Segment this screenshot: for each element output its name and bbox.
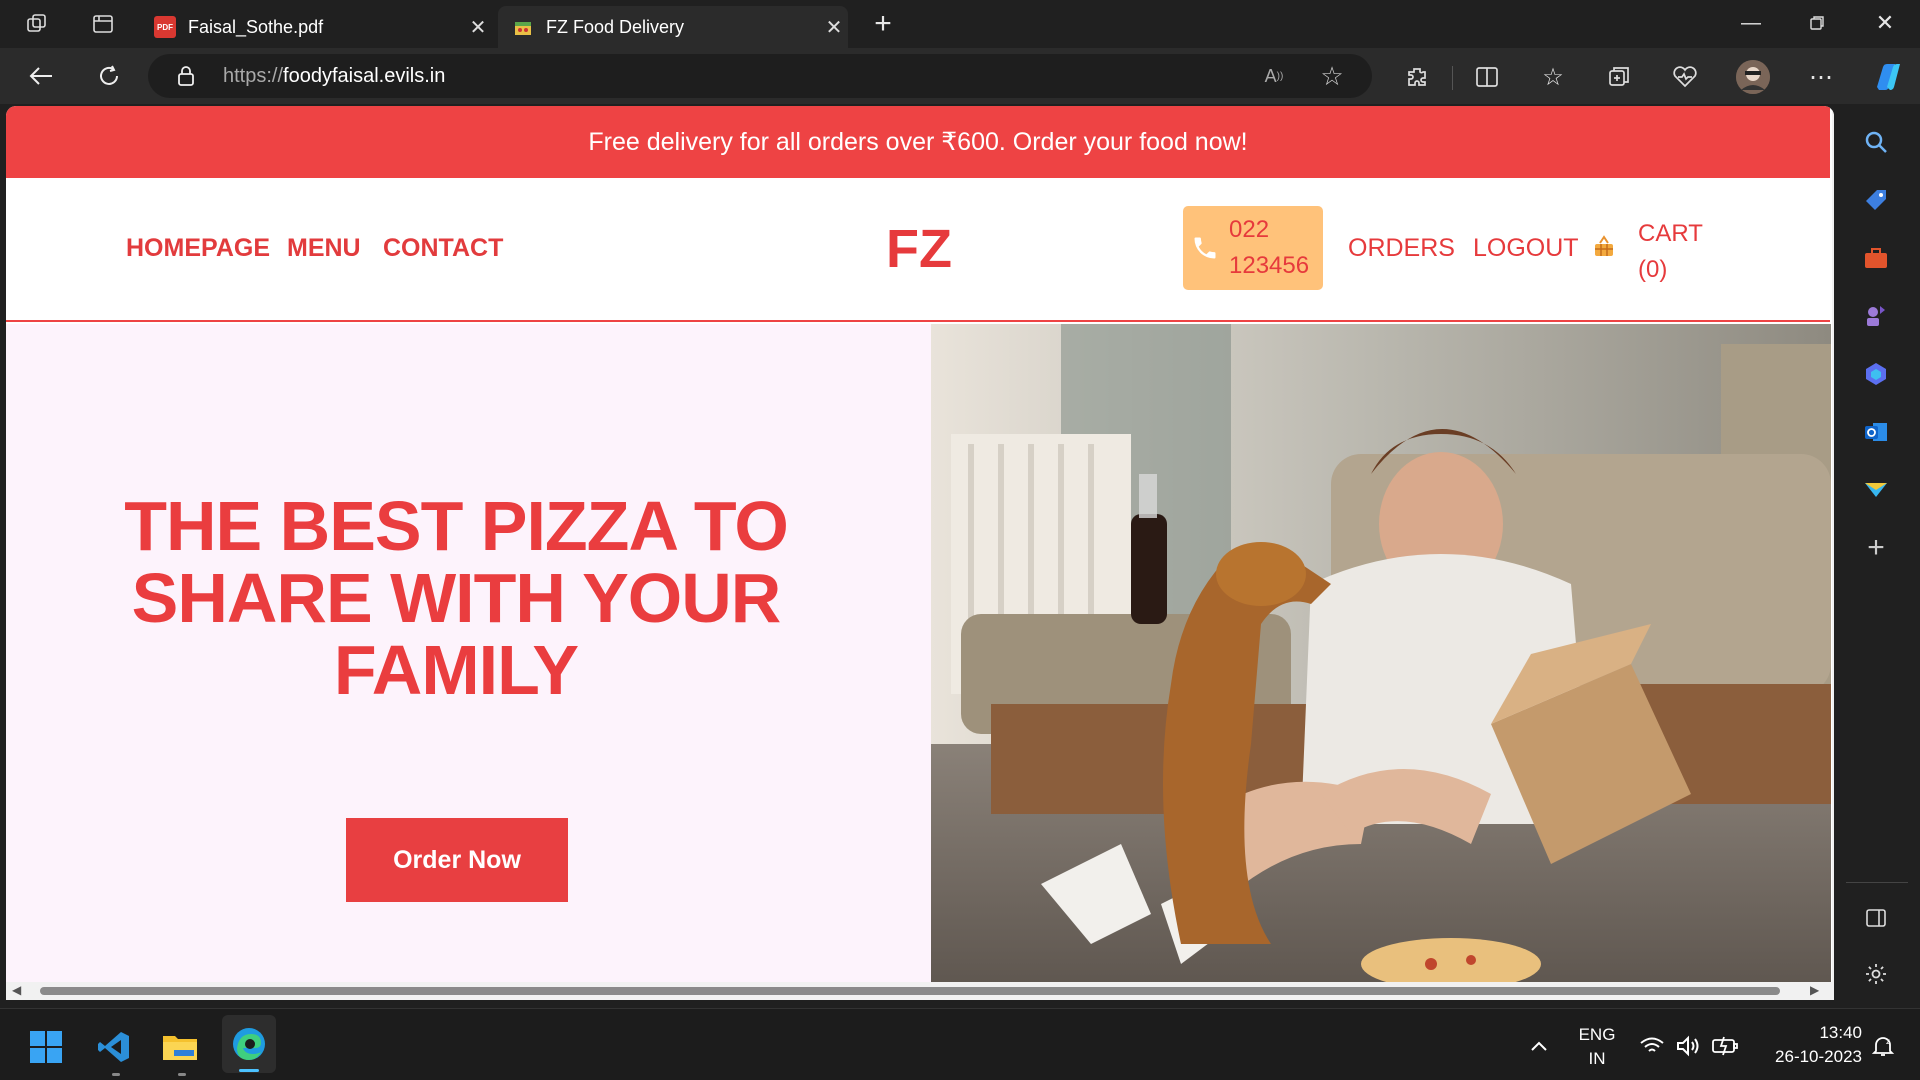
hero-image: [931, 324, 1831, 984]
volume-icon[interactable]: [1674, 1033, 1702, 1059]
browser-essentials-icon[interactable]: [1670, 62, 1700, 92]
scroll-right-arrow-icon[interactable]: ▶: [1810, 983, 1819, 997]
nav-logout[interactable]: LOGOUT: [1473, 234, 1579, 263]
tab-fz-food[interactable]: FZ Food Delivery ✕: [498, 6, 848, 48]
search-icon[interactable]: [1856, 124, 1896, 160]
cart-label: CART: [1638, 220, 1703, 247]
tab-actions-icon[interactable]: [88, 10, 118, 38]
battery-icon[interactable]: [1710, 1033, 1740, 1059]
nav-orders[interactable]: ORDERS: [1348, 234, 1455, 263]
url-text: https://foodyfaisal.evils.in: [223, 65, 445, 88]
add-sidebar-app-icon[interactable]: +: [1856, 530, 1896, 566]
cart-count: (0): [1638, 256, 1668, 283]
outlook-icon[interactable]: [1856, 414, 1896, 450]
hero-section: THE BEST PIZZA TO SHARE WITH YOUR FAMILY…: [6, 324, 931, 1000]
phone-number: 022 123456: [1229, 212, 1309, 284]
workspaces-icon[interactable]: [22, 10, 52, 38]
clock-time: 13:40: [1819, 1023, 1862, 1042]
close-window-icon[interactable]: ✕: [1870, 8, 1900, 38]
file-explorer-icon[interactable]: [160, 1027, 200, 1067]
headline-line-2: SHARE WITH YOUR: [131, 559, 782, 637]
collections-icon[interactable]: [1604, 62, 1634, 92]
scroll-left-arrow-icon[interactable]: ◀: [12, 983, 21, 997]
site-header: HOMEPAGE MENU CONTACT FZ 022 123456 ORDE…: [6, 178, 1830, 322]
nav-homepage[interactable]: HOMEPAGE: [126, 234, 270, 263]
sidebar-divider: [1846, 882, 1908, 883]
more-options-icon[interactable]: ⋯: [1806, 62, 1836, 92]
horizontal-scroll-thumb[interactable]: [40, 987, 1780, 995]
nav-contact[interactable]: CONTACT: [383, 234, 503, 263]
minimize-icon[interactable]: —: [1736, 8, 1766, 38]
order-now-label: Order Now: [393, 845, 521, 874]
tab-label: FZ Food Delivery: [546, 16, 685, 37]
phone-line-1: 022: [1229, 216, 1270, 243]
windows-start-icon[interactable]: [26, 1027, 66, 1067]
read-aloud-icon[interactable]: A)): [1260, 64, 1288, 88]
toolbar-divider: [1452, 66, 1453, 90]
lang-code: ENG: [1578, 1025, 1616, 1044]
edge-taskbar-button[interactable]: [222, 1015, 276, 1073]
clock-date: 26-10-2023: [1775, 1047, 1862, 1066]
site-logo[interactable]: FZ: [886, 218, 952, 280]
phone-button[interactable]: 022 123456: [1183, 206, 1323, 290]
shopping-tag-icon[interactable]: [1856, 182, 1896, 218]
order-now-button[interactable]: Order Now: [346, 818, 568, 902]
cart-link[interactable]: CART (0): [1638, 216, 1703, 288]
browser-titlebar: PDF Faisal_Sothe.pdf ✕ FZ Food Delivery …: [0, 0, 1920, 48]
edge-icon: [229, 1024, 269, 1064]
wifi-icon[interactable]: [1638, 1033, 1666, 1059]
headline-line-3: FAMILY: [333, 631, 579, 709]
hero-headline: THE BEST PIZZA TO SHARE WITH YOUR FAMILY: [96, 490, 816, 706]
vscode-icon[interactable]: [94, 1027, 134, 1067]
back-icon[interactable]: [24, 60, 58, 92]
tab-pdf[interactable]: PDF Faisal_Sothe.pdf ✕: [140, 6, 492, 48]
headline-line-1: THE BEST PIZZA TO: [124, 487, 789, 565]
url-protocol: https://: [223, 65, 284, 87]
windows-taskbar: ENG IN 13:40 26-10-2023 z: [0, 1008, 1920, 1080]
hide-sidebar-icon[interactable]: [1856, 900, 1896, 936]
lock-icon[interactable]: [176, 64, 196, 88]
url-domain: foodyfaisal.evils.in: [283, 65, 446, 87]
new-tab-icon[interactable]: +: [868, 7, 898, 40]
basket-icon[interactable]: [1592, 234, 1616, 265]
page-viewport: Free delivery for all orders over ₹600. …: [6, 106, 1834, 1000]
split-screen-icon[interactable]: [1472, 62, 1502, 92]
region-code: IN: [1588, 1049, 1606, 1068]
pdf-icon: PDF: [154, 16, 176, 38]
notification-icon[interactable]: z: [1868, 1031, 1898, 1061]
games-icon[interactable]: [1856, 298, 1896, 334]
chevron-up-icon[interactable]: [1526, 1033, 1552, 1059]
running-indicator: [112, 1073, 120, 1076]
address-bar[interactable]: https://foodyfaisal.evils.in A)) ☆: [148, 54, 1372, 98]
svg-text:z: z: [1886, 1037, 1890, 1046]
running-indicator: [178, 1073, 186, 1076]
site-favicon: [512, 16, 534, 38]
promo-text: Free delivery for all orders over ₹600. …: [588, 128, 1248, 156]
profile-avatar[interactable]: [1736, 60, 1770, 94]
restore-icon[interactable]: [1802, 8, 1832, 38]
favorite-star-icon[interactable]: ☆: [1318, 61, 1346, 91]
drop-send-icon[interactable]: [1856, 472, 1896, 508]
settings-gear-icon[interactable]: [1856, 956, 1896, 992]
microsoft-365-icon[interactable]: [1856, 356, 1896, 392]
tab-label: Faisal_Sothe.pdf: [188, 16, 324, 37]
language-indicator[interactable]: ENG IN: [1572, 1023, 1622, 1071]
close-tab-icon[interactable]: ✕: [820, 15, 848, 40]
active-indicator: [239, 1069, 259, 1072]
copilot-icon[interactable]: [1868, 58, 1906, 96]
refresh-icon[interactable]: [92, 60, 126, 92]
extensions-icon[interactable]: [1402, 62, 1432, 92]
promo-banner: Free delivery for all orders over ₹600. …: [6, 106, 1830, 178]
nav-menu[interactable]: MENU: [287, 234, 361, 263]
phone-line-2: 123456: [1229, 252, 1310, 279]
edge-sidebar: +: [1834, 104, 1920, 1008]
horizontal-scrollbar[interactable]: ◀ ▶: [6, 982, 1834, 1000]
tools-icon[interactable]: [1856, 240, 1896, 276]
clock[interactable]: 13:40 26-10-2023: [1752, 1021, 1862, 1069]
favorites-icon[interactable]: ☆: [1538, 62, 1568, 92]
phone-icon: [1191, 234, 1219, 267]
close-tab-icon[interactable]: ✕: [464, 15, 492, 40]
